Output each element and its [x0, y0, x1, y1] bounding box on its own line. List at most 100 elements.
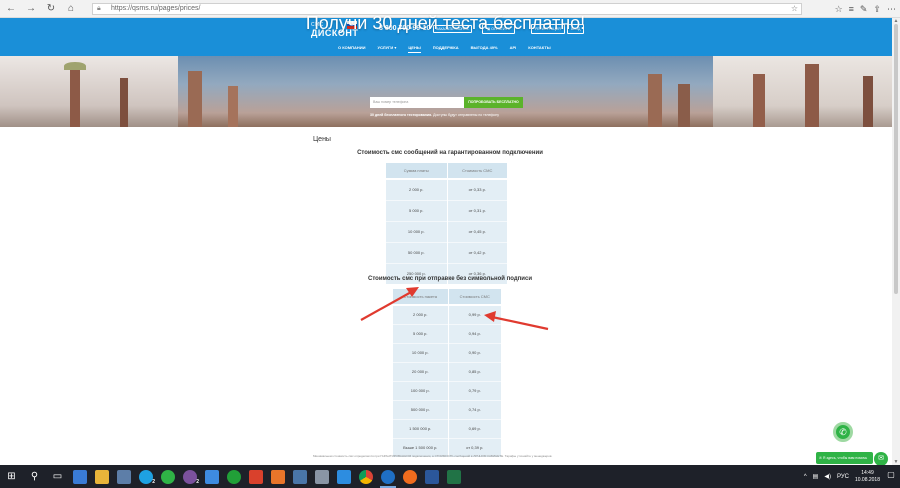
taskbar-app-word[interactable] [421, 465, 443, 488]
table-row: 50 000 р. от 0,42 р. [386, 241, 507, 263]
table-cell: 0,85 р. [447, 361, 501, 381]
table-row: 20 000 р. 0,85 р. [393, 361, 501, 381]
main-nav: О КОМПАНИИ УСЛУГИ ▾ ЦЕНЫ ПОДДЕРЖКА ВЫГОД… [311, 45, 583, 53]
table-cell: от 0,42 р. [446, 241, 507, 263]
nav-benefit[interactable]: ВЫГОДА 49% [471, 45, 498, 53]
back-icon[interactable]: ← [2, 0, 20, 18]
clock[interactable]: 14:49 10.08.2018 [855, 470, 880, 484]
taskbar-app-notes[interactable] [311, 465, 333, 488]
taskbar-app-blue[interactable] [333, 465, 355, 488]
hero-image-left [0, 56, 178, 127]
taskbar-app-edge-store[interactable] [69, 465, 91, 488]
share-icon[interactable]: ⇪ [873, 4, 881, 15]
chevron-up-icon[interactable]: ^ [804, 474, 807, 480]
table1-header-sum: Сумма платы [386, 163, 447, 180]
table-row: 2 000 р. от 0,33 р. [386, 178, 507, 200]
forward-icon[interactable]: → [22, 0, 40, 18]
nav-about[interactable]: О КОМПАНИИ [338, 45, 366, 53]
table-cell: 20 000 р. [393, 361, 448, 381]
page-scrollbar[interactable]: ▲ ▼ [892, 18, 900, 465]
search-icon[interactable]: ⚲ [23, 465, 46, 488]
taskbar-app-excel[interactable] [443, 465, 465, 488]
table-row: 500 000 р. 0,74 р. [393, 399, 501, 419]
table-row: 5 000 р. от 0,31 р. [386, 199, 507, 221]
table2-title: Стоимость смс при отправке без символьно… [367, 276, 533, 282]
table1-title: Стоимость смс сообщений на гарантированн… [357, 150, 543, 156]
footer-note: Минимальная стоимость смс определяется п… [313, 454, 553, 458]
bookmark-icon[interactable]: ☆ [791, 4, 798, 14]
table-cell: 10 000 р. [393, 342, 448, 362]
table-cell: 0,79 р. [447, 380, 501, 400]
taskbar-app-whatsapp[interactable] [157, 465, 179, 488]
windows-start-icon[interactable]: ⊞ [0, 465, 23, 488]
table-cell: 5 000 р. [386, 199, 447, 221]
chat-icon[interactable]: ✉ [874, 452, 888, 466]
nav-api[interactable]: API [510, 45, 517, 53]
pen-icon[interactable]: ✎ [860, 4, 868, 15]
lock-icon: 🔒︎ [97, 5, 101, 12]
clock-date: 10.08.2018 [854, 476, 880, 483]
clock-time: 14:49 [861, 469, 874, 476]
table-cell: 0,74 р. [447, 399, 501, 419]
language-indicator[interactable]: РУС [837, 474, 849, 480]
taskbar-app-chrome[interactable] [355, 465, 377, 488]
table2-header-price: Стоимость СМС [447, 289, 501, 306]
nav-support[interactable]: ПОДДЕРЖКА [433, 45, 459, 53]
network-icon[interactable]: ▤ [813, 473, 819, 480]
table-cell: от 0,31 р. [446, 199, 507, 221]
scroll-thumb[interactable] [894, 24, 898, 294]
favorites-icon[interactable]: ☆ [835, 4, 843, 15]
annotation-arrow-left [360, 287, 419, 321]
free-trial-button[interactable]: ПОПРОБОВАТЬ БЕСПЛАТНО [464, 97, 523, 108]
home-icon[interactable]: ⌂ [62, 0, 80, 18]
taskbar-app-orange[interactable] [267, 465, 289, 488]
hero-note-bold: 30 дней бесплатного тестирования. [370, 113, 433, 117]
taskbar-app-folder[interactable] [91, 465, 113, 488]
table-cell: 500 000 р. [393, 399, 448, 419]
hero-image-right [713, 56, 900, 127]
taskbar-app-vk[interactable] [289, 465, 311, 488]
volume-icon[interactable]: ◀) [824, 473, 831, 480]
nav-prices[interactable]: ЦЕНЫ [408, 45, 421, 53]
hero-note-rest: Доступы будут отправлены по телефону [432, 113, 500, 117]
table-cell: 0,69 р. [447, 418, 501, 438]
phone-widget-icon[interactable]: ✆ [833, 422, 853, 442]
reading-list-icon[interactable]: ≡ [849, 4, 854, 14]
chat-text: Я здесь, чтобы вам помочь [822, 456, 868, 460]
table-row: 10 000 р. 0,90 р. [393, 342, 501, 362]
taskbar-app-store[interactable] [113, 465, 135, 488]
taskbar-app-avast[interactable] [399, 465, 421, 488]
table-cell: 2 000 р. [386, 178, 447, 200]
taskbar-app-edge[interactable] [377, 465, 399, 488]
hero-note: 30 дней бесплатного тестирования. Доступ… [370, 113, 530, 117]
table-row: 10 000 р. от 0,45 р. [386, 220, 507, 242]
nav-contacts[interactable]: КОНТАКТЫ [528, 45, 550, 53]
system-tray: ^ ▤ ◀) РУС 14:49 10.08.2018 [804, 465, 880, 488]
taskbar-app-sber[interactable] [223, 465, 245, 488]
url-text: https://qsms.ru/pages/prices/ [111, 5, 201, 12]
badge: 2 [196, 479, 199, 485]
taskbar-app-viber[interactable]: 2 [179, 465, 201, 488]
price-table-guaranteed: Сумма платы Стоимость СМС 2 000 р. от 0,3… [386, 163, 507, 284]
table-cell: 100 000 р. [393, 380, 448, 400]
taskbar-app-red[interactable] [245, 465, 267, 488]
reload-icon[interactable]: ↻ [42, 0, 60, 18]
table-cell: 0,90 р. [447, 342, 501, 362]
task-view-icon[interactable]: ▭ [46, 465, 69, 488]
table1-header-price: Стоимость СМС [446, 163, 507, 180]
nav-services[interactable]: УСЛУГИ ▾ [378, 45, 397, 53]
chat-bubble[interactable]: ✆ Я здесь, чтобы вам помочь [816, 452, 873, 464]
table-cell: 5 000 р. [393, 323, 448, 343]
page-title: Цены [313, 136, 331, 143]
notifications-icon[interactable]: ▢ [886, 470, 896, 482]
phone-input[interactable]: Ваш номер телефона [370, 97, 464, 108]
taskbar-app-photos[interactable] [201, 465, 223, 488]
table-cell: 10 000 р. [386, 220, 447, 242]
table-cell: 50 000 р. [386, 241, 447, 263]
more-icon[interactable]: ⋯ [887, 4, 896, 15]
chat-icon-small: ✆ [819, 456, 822, 460]
hero-title: Получи 30 дней теста бесплатно! [305, 13, 586, 33]
table-row: 1 500 000 р. 0,69 р. [393, 418, 501, 438]
taskbar: ⊞ ⚲ ▭ 2 2 ^ ▤ ◀) РУС 14:49 10.08.2018 ▢ [0, 465, 900, 488]
taskbar-app-skype[interactable]: 2 [135, 465, 157, 488]
